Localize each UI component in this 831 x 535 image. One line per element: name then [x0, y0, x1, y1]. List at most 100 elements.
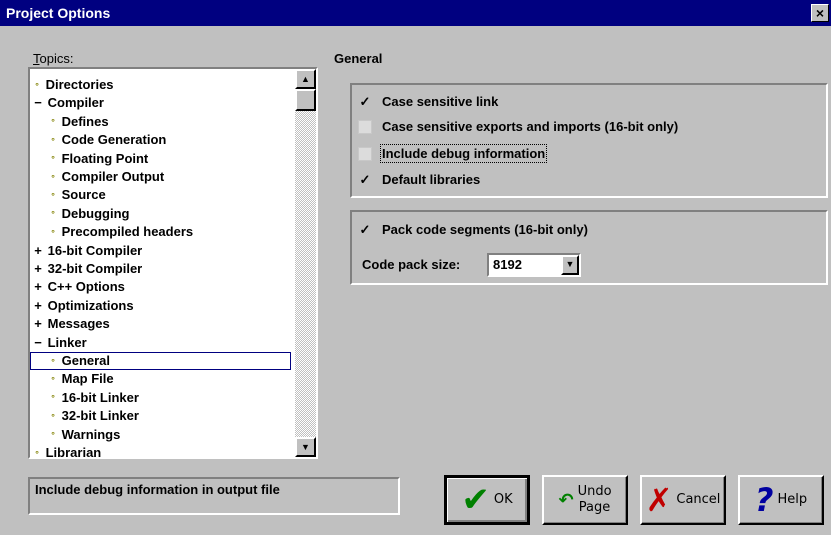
bullet-icon: °	[51, 356, 55, 367]
help-button[interactable]: ? Help	[738, 475, 824, 525]
tree-item-label: Warnings	[58, 426, 121, 442]
tree-item-32-bit-linker[interactable]: ° 32-bit Linker	[30, 407, 291, 425]
tree-item-16-bit-compiler[interactable]: + 16-bit Compiler	[30, 242, 291, 260]
collapse-minus-icon[interactable]: −	[32, 94, 44, 112]
tree-item-label: Linker	[44, 334, 87, 350]
expand-plus-icon[interactable]: +	[32, 260, 44, 278]
tree-item-label: Map File	[58, 371, 114, 387]
tree-item-label: Debugging	[58, 205, 130, 221]
bullet-icon: °	[51, 209, 55, 220]
status-description: Include debug information in output file	[28, 477, 400, 515]
bullet-icon: °	[51, 227, 55, 238]
default-libraries-checkbox[interactable]: ✓ Default libraries	[358, 171, 481, 187]
bullet-icon: °	[51, 135, 55, 146]
cancel-button[interactable]: ✗ Cancel	[640, 475, 726, 525]
project-options-dialog: Project Options × Topics: ° Directories −…	[0, 0, 831, 535]
tree-item-code-generation[interactable]: ° Code Generation	[30, 131, 291, 149]
tree-item-linker[interactable]: − Linker	[30, 334, 291, 352]
bullet-icon: °	[51, 411, 55, 422]
scroll-down-arrow-icon[interactable]: ▼	[295, 437, 316, 457]
tree-item-label: 32-bit Linker	[58, 408, 139, 424]
red-x-icon: ✗	[645, 481, 673, 519]
checkbox-label: Case sensitive exports and imports (16-b…	[382, 119, 679, 134]
scroll-up-arrow-icon[interactable]: ▲	[295, 69, 316, 89]
tree-item-label: Directories	[42, 77, 114, 92]
tree-item-label: Optimizations	[44, 297, 134, 313]
tree-item-16-bit-linker[interactable]: ° 16-bit Linker	[30, 389, 291, 407]
pack-code-segments-checkbox[interactable]: ✓ Pack code segments (16-bit only)	[358, 222, 588, 237]
tree-item-source[interactable]: ° Source	[30, 186, 291, 204]
expand-plus-icon[interactable]: +	[32, 297, 44, 315]
collapse-minus-icon[interactable]: −	[32, 334, 44, 352]
topics-tree-list: ° Directories − Compiler ° Defines ° Code G…	[30, 69, 293, 457]
code-pack-size-label: Code pack size:	[362, 257, 461, 272]
checkbox-label: Default libraries	[382, 172, 481, 187]
case-sensitive-link-checkbox[interactable]: ✓ Case sensitive link	[358, 93, 499, 109]
undo-page-button[interactable]: ↶ Undo Page	[542, 475, 628, 525]
checkbox-label: Pack code segments (16-bit only)	[382, 222, 588, 237]
expand-plus-icon[interactable]: +	[32, 315, 44, 333]
topics-tree[interactable]: ° Directories − Compiler ° Defines ° Code G…	[28, 67, 318, 459]
bullet-icon: °	[51, 117, 55, 128]
tree-item-label: Compiler Output	[58, 169, 165, 184]
title-bar: Project Options ×	[0, 0, 831, 26]
bullet-icon: °	[51, 172, 55, 183]
checkbox-label: Include debug information	[379, 144, 548, 163]
tree-item-messages[interactable]: + Messages	[30, 315, 291, 333]
close-icon[interactable]: ×	[811, 4, 829, 22]
tree-item-general[interactable]: ° General	[30, 352, 291, 370]
tree-item-defines[interactable]: ° Defines	[30, 113, 291, 131]
tree-item-compiler-output[interactable]: ° Compiler Output	[30, 168, 291, 186]
tree-item-label: Compiler	[44, 95, 104, 111]
help-label: Help	[777, 492, 808, 507]
undo-arrow-icon: ↶	[558, 489, 574, 511]
tree-item-label: 16-bit Linker	[58, 389, 139, 405]
checkmark-icon: ✓	[359, 171, 371, 187]
tree-item-label: C++ Options	[44, 279, 125, 295]
tree-item-label: Source	[58, 187, 106, 203]
bullet-icon: °	[35, 448, 39, 457]
expand-plus-icon[interactable]: +	[32, 242, 44, 260]
tree-item-compiler[interactable]: − Compiler	[30, 94, 291, 112]
tree-item-librarian[interactable]: ° Librarian	[30, 444, 291, 457]
tree-item-label: General	[58, 353, 111, 368]
topics-label: Topics:	[33, 51, 74, 66]
tree-item-label: Code Generation	[58, 132, 167, 148]
include-debug-info-checkbox[interactable]: Include debug information	[358, 144, 548, 163]
bullet-icon: °	[51, 393, 55, 404]
tree-item-precompiled-headers[interactable]: ° Precompiled headers	[30, 223, 291, 241]
code-pack-size-select[interactable]: 8192 ▼	[487, 253, 581, 277]
expand-plus-icon[interactable]: +	[32, 278, 44, 296]
ok-button[interactable]: ✔ OK	[444, 475, 530, 525]
bullet-icon: °	[51, 374, 55, 385]
tree-item-c-options[interactable]: + C++ Options	[30, 278, 291, 296]
chevron-down-icon[interactable]: ▼	[561, 255, 579, 275]
bullet-icon: °	[51, 190, 55, 201]
checkmark-icon: ✓	[359, 93, 371, 109]
tree-item-directories[interactable]: ° Directories	[30, 76, 291, 94]
tree-item-warnings[interactable]: ° Warnings	[30, 426, 291, 444]
checkmark-icon: ✓	[359, 221, 371, 237]
tree-item-label: Librarian	[42, 445, 102, 457]
code-pack-size-value: 8192	[493, 257, 522, 272]
tree-item-label: Defines	[58, 113, 109, 129]
tree-item-floating-point[interactable]: ° Floating Point	[30, 150, 291, 168]
tree-item-label: 32-bit Compiler	[44, 261, 143, 276]
bullet-icon: °	[51, 430, 55, 441]
tree-item-label: Precompiled headers	[58, 224, 194, 240]
topics-scrollbar[interactable]: ▲ ▼	[295, 69, 316, 457]
cancel-label: Cancel	[676, 492, 721, 507]
empty-checkbox-icon	[358, 119, 372, 134]
scroll-thumb[interactable]	[295, 89, 316, 111]
checkmark-icon: ✔	[461, 480, 490, 520]
tree-item-label: Floating Point	[58, 150, 149, 166]
empty-checkbox-icon	[358, 146, 372, 161]
tree-item-optimizations[interactable]: + Optimizations	[30, 297, 291, 315]
checkbox-label: Case sensitive link	[382, 94, 499, 109]
tree-item-debugging[interactable]: ° Debugging	[30, 205, 291, 223]
tree-item-label: 16-bit Compiler	[44, 242, 143, 258]
bullet-icon: °	[35, 80, 39, 91]
tree-item-map-file[interactable]: ° Map File	[30, 370, 291, 388]
tree-item-32-bit-compiler[interactable]: + 32-bit Compiler	[30, 260, 291, 278]
case-sensitive-exports-checkbox[interactable]: Case sensitive exports and imports (16-b…	[358, 119, 678, 134]
